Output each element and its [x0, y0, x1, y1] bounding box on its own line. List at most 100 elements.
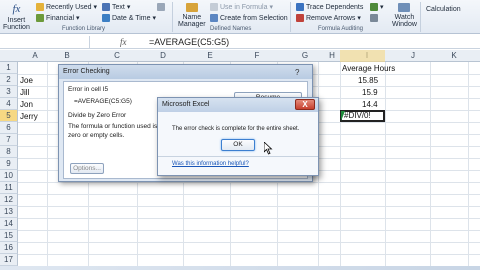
gridline — [18, 182, 480, 183]
name-manager-button[interactable]: Name Manager — [178, 3, 206, 28]
row-header[interactable]: 17 — [0, 254, 18, 266]
row-header[interactable]: 3 — [0, 86, 18, 98]
column-header[interactable]: B — [62, 51, 72, 60]
gridline — [18, 254, 480, 255]
help-icon[interactable]: ? — [295, 68, 299, 77]
text-button[interactable]: Text ▾ — [102, 3, 130, 11]
gridline — [385, 62, 386, 270]
cell-i1[interactable]: Average Hours — [342, 64, 395, 73]
dialog-title[interactable]: Microsoft Excel — [158, 98, 318, 112]
gridline — [18, 242, 480, 243]
text-icon — [102, 3, 110, 11]
gridline — [18, 206, 480, 207]
insert-function-button[interactable]: fx Insert Function — [3, 3, 30, 31]
ok-button[interactable]: OK — [221, 139, 255, 151]
row-header-selected[interactable]: 5 — [0, 110, 18, 122]
watch-window-icon — [398, 3, 411, 12]
gridline — [18, 230, 480, 231]
name-box[interactable] — [0, 36, 90, 48]
gridline — [468, 62, 469, 270]
fx-label[interactable]: fx — [120, 37, 127, 47]
row-header[interactable]: 1 — [0, 62, 18, 74]
row-header[interactable]: 2 — [0, 74, 18, 86]
cell-a3[interactable]: Jill — [20, 88, 29, 97]
cell-i2[interactable]: 15.85 — [358, 76, 378, 85]
row-header[interactable]: 11 — [0, 182, 18, 194]
column-header[interactable]: A — [30, 51, 40, 60]
row-header[interactable]: 6 — [0, 122, 18, 134]
options-button[interactable]: Options... — [70, 163, 104, 174]
gridline — [430, 62, 431, 270]
fx-icon: fx — [12, 3, 21, 15]
remove-arrows-button[interactable]: Remove Arrows ▾ — [296, 14, 361, 22]
check-icon — [370, 3, 378, 11]
row-header[interactable]: 8 — [0, 146, 18, 158]
more-functions-button[interactable] — [157, 3, 165, 11]
formula-input[interactable]: =AVERAGE(C5:G5) — [149, 37, 229, 47]
gridline — [18, 194, 480, 195]
arrow-icon — [296, 3, 304, 11]
mouse-cursor-icon — [264, 142, 273, 155]
message-dialog: Microsoft Excel X The error check is com… — [157, 97, 319, 176]
row-header[interactable]: 9 — [0, 158, 18, 170]
cell-a2[interactable]: Joe — [20, 76, 33, 85]
gridline — [340, 62, 341, 270]
calendar-icon — [102, 14, 110, 22]
row-header[interactable]: 4 — [0, 98, 18, 110]
cell-i3[interactable]: 15.9 — [362, 88, 378, 97]
sheet-tab-bar — [0, 266, 480, 270]
watch-window-button[interactable]: Watch Window — [392, 3, 417, 28]
evaluate-button[interactable]: ▾ — [370, 3, 384, 11]
trace-dependents-button[interactable]: Trace Dependents — [296, 3, 363, 11]
row-header[interactable]: 10 — [0, 170, 18, 182]
star-icon — [36, 3, 44, 11]
dialog-title[interactable]: Error Checking — [59, 65, 312, 79]
calculation-button[interactable]: Calculation — [426, 6, 461, 13]
error-location: Error in cell I5 — [68, 86, 109, 93]
cell-a4[interactable]: Jon — [20, 100, 33, 109]
error-description: The formula or function used is — [68, 123, 158, 130]
financial-button[interactable]: Financial ▾ — [36, 14, 80, 22]
name-tag-icon — [185, 3, 198, 12]
divider — [172, 2, 173, 32]
recently-used-button[interactable]: Recently Used ▾ — [36, 3, 97, 11]
formula-auditing-label: Formula Auditing — [318, 26, 364, 32]
gridline — [47, 62, 48, 270]
evaluate-formula-button[interactable] — [370, 14, 378, 22]
divider — [290, 2, 291, 32]
use-in-formula-button[interactable]: Use in Formula ▾ — [210, 3, 273, 11]
row-header[interactable]: 16 — [0, 242, 18, 254]
row-header[interactable]: 14 — [0, 218, 18, 230]
column-header[interactable]: C — [112, 51, 122, 60]
column-header[interactable]: E — [205, 51, 215, 60]
column-header[interactable]: H — [327, 51, 337, 60]
cell-i5-active[interactable]: #DIV/0! — [340, 110, 385, 122]
column-header[interactable]: G — [300, 51, 310, 60]
money-icon — [36, 14, 44, 22]
close-button[interactable]: X — [295, 99, 315, 110]
table-icon — [210, 14, 218, 22]
help-link[interactable]: Was this information helpful? — [172, 161, 249, 167]
cell-a5[interactable]: Jerry — [20, 112, 38, 121]
row-header[interactable]: 7 — [0, 134, 18, 146]
ribbon: fx Insert Function Recently Used ▾ Financ… — [0, 0, 480, 34]
row-header[interactable]: 15 — [0, 230, 18, 242]
error-type: Divide by Zero Error — [68, 112, 127, 119]
divider — [420, 2, 421, 32]
formula-icon — [210, 3, 218, 11]
row-header[interactable]: 12 — [0, 194, 18, 206]
evaluate-icon — [370, 14, 378, 22]
gridline — [18, 218, 480, 219]
column-header[interactable]: K — [449, 51, 459, 60]
row-header[interactable]: 13 — [0, 206, 18, 218]
remove-arrows-icon — [296, 14, 304, 22]
cell-i4[interactable]: 14.4 — [362, 100, 378, 109]
create-from-selection-button[interactable]: Create from Selection — [210, 14, 288, 22]
error-description: zero or empty cells. — [68, 132, 125, 139]
column-header[interactable]: D — [158, 51, 168, 60]
column-header[interactable]: F — [252, 51, 262, 60]
defined-names-label: Defined Names — [210, 26, 252, 32]
date-time-button[interactable]: Date & Time ▾ — [102, 14, 156, 22]
divider — [158, 156, 318, 157]
column-header[interactable]: J — [408, 51, 418, 60]
